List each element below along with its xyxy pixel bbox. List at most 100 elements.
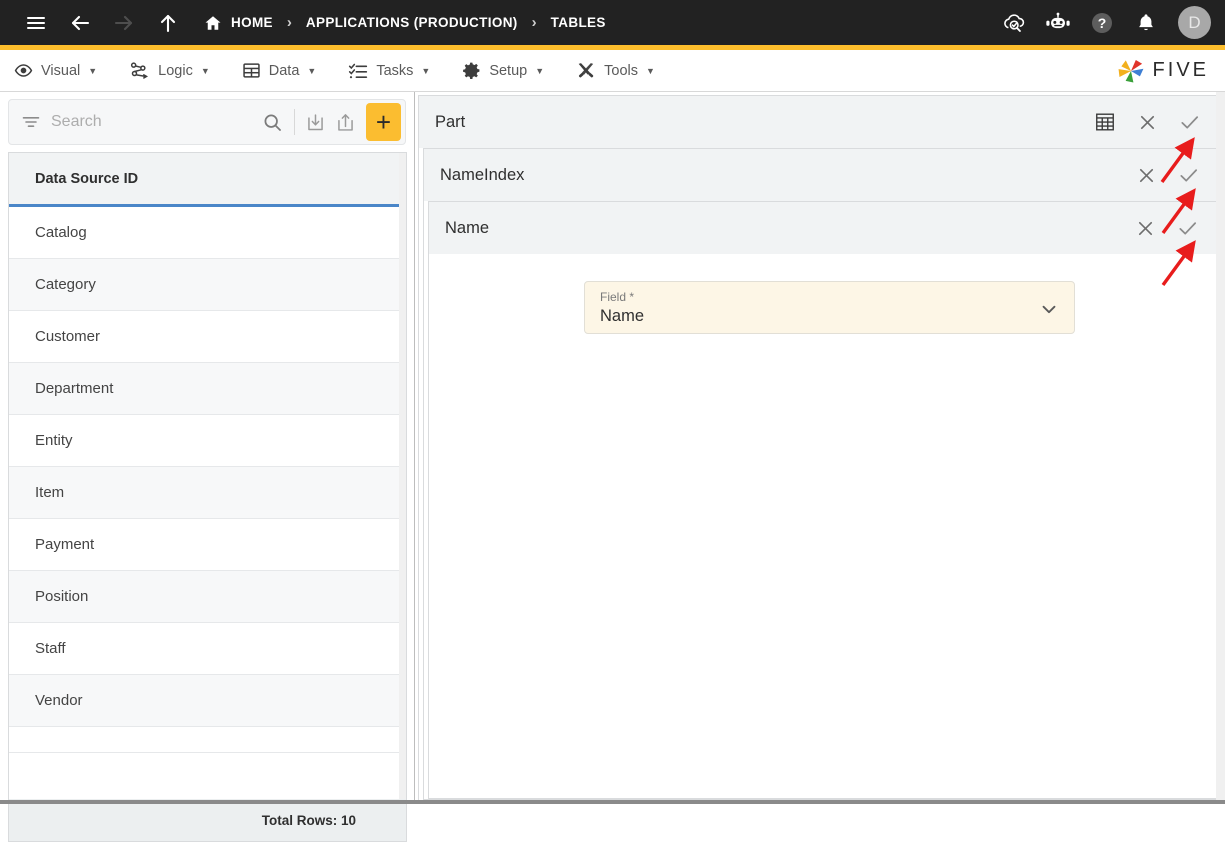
add-button[interactable]: + [366, 103, 401, 141]
chevron-down-icon: ▼ [535, 66, 544, 76]
breadcrumb-item-home[interactable]: HOME [204, 0, 273, 45]
panel-name-close-button[interactable] [1126, 208, 1164, 248]
table-row[interactable]: Payment [9, 519, 406, 571]
breadcrumb-separator: › [273, 0, 306, 45]
breadcrumb-item-tables[interactable]: TABLES [551, 0, 606, 45]
panel-part-body: NameIndex Name [419, 148, 1222, 800]
export-icon[interactable] [330, 100, 360, 144]
panel-part-header: Part [419, 96, 1222, 148]
data-source-sidebar: + Data Source ID Catalog Category Custom… [0, 92, 415, 804]
field-select-label: Field * [600, 290, 634, 304]
total-rows-label: Total Rows: 10 [9, 799, 406, 841]
menu-logic[interactable]: Logic ▼ [113, 50, 226, 92]
chevron-down-icon: ▼ [88, 66, 97, 76]
field-select-value: Name [600, 307, 644, 326]
table-row[interactable]: Vendor [9, 675, 406, 727]
chevron-down-icon: ▼ [201, 66, 210, 76]
panel-name: Name F [428, 201, 1221, 799]
menu-logic-label: Logic [158, 63, 193, 79]
chevron-down-icon[interactable] [1038, 298, 1060, 325]
field-select[interactable]: Field * Name [584, 281, 1075, 334]
home-icon [204, 14, 222, 32]
five-logo-mark [1117, 58, 1145, 84]
breadcrumb-label-tables: TABLES [551, 15, 606, 30]
panel-part-close-button[interactable] [1128, 102, 1166, 142]
topbar-actions: ? D [994, 0, 1225, 45]
hamburger-icon[interactable] [14, 0, 58, 45]
help-icon[interactable]: ? [1082, 0, 1122, 45]
filter-icon[interactable] [9, 112, 51, 132]
breadcrumb-item-applications[interactable]: APPLICATIONS (PRODUCTION) [306, 0, 518, 45]
data-source-grid: Data Source ID Catalog Category Customer… [8, 152, 407, 842]
menu-visual[interactable]: Visual ▼ [0, 50, 113, 92]
table-row[interactable]: Customer [9, 311, 406, 363]
panel-nameindex-title: NameIndex [440, 166, 524, 185]
menu-data[interactable]: Data ▼ [226, 50, 333, 92]
grid-rows: Catalog Category Customer Department Ent… [9, 207, 406, 753]
table-row[interactable]: Position [9, 571, 406, 623]
menu-tasks-label: Tasks [376, 63, 413, 79]
menu-tools-label: Tools [604, 63, 638, 79]
menu-data-label: Data [269, 63, 300, 79]
panel-nameindex-confirm-button[interactable] [1169, 155, 1207, 195]
panel-name-actions [1126, 208, 1220, 248]
menu-tools[interactable]: Tools ▼ [560, 50, 671, 92]
menu-tasks[interactable]: Tasks ▼ [332, 50, 446, 92]
avatar[interactable]: D [1178, 6, 1211, 39]
arrow-up-icon[interactable] [146, 0, 190, 45]
application-menu-bar: Visual ▼ Logic ▼ Data ▼ Tasks ▼ Setup ▼ [0, 50, 1225, 92]
robot-icon[interactable] [1038, 0, 1078, 45]
panel-name-header: Name [429, 202, 1220, 254]
grid-filler [9, 727, 406, 753]
breadcrumb-label-applications: APPLICATIONS (PRODUCTION) [306, 15, 518, 30]
panel-nameindex-actions [1127, 155, 1221, 195]
panel-part-actions [1086, 102, 1222, 142]
panel-part-confirm-button[interactable] [1170, 102, 1208, 142]
search-icon[interactable] [258, 100, 288, 144]
panel-part: Part NameIndex [418, 95, 1223, 801]
menu-setup[interactable]: Setup ▼ [446, 50, 560, 92]
arrow-right-icon[interactable] [102, 0, 146, 45]
panel-part-title: Part [435, 113, 465, 132]
breadcrumb-separator-2: › [518, 0, 551, 45]
form-editor-area: Part NameIndex [416, 92, 1225, 804]
table-row[interactable]: Category [9, 259, 406, 311]
panel-name-title: Name [445, 219, 489, 238]
eye-icon [14, 61, 33, 80]
page-scrollbar[interactable] [1216, 92, 1225, 804]
search-input[interactable] [51, 113, 258, 131]
import-icon[interactable] [301, 100, 331, 144]
five-logo-text: FIVE [1153, 59, 1209, 82]
chevron-down-icon: ▼ [421, 66, 430, 76]
table-row[interactable]: Staff [9, 623, 406, 675]
sidebar-search-bar: + [8, 99, 406, 145]
grid-column-header[interactable]: Data Source ID [9, 153, 406, 207]
table-row[interactable]: Entity [9, 415, 406, 467]
svg-text:?: ? [1098, 15, 1107, 31]
panel-name-confirm-button[interactable] [1168, 208, 1206, 248]
breadcrumb-label-home: HOME [231, 15, 273, 30]
toolbar-divider [294, 109, 295, 135]
checklist-icon [348, 61, 368, 81]
table-row[interactable]: Department [9, 363, 406, 415]
panel-nameindex: NameIndex Name [423, 148, 1222, 800]
cloud-check-icon[interactable] [994, 0, 1034, 45]
panel-nameindex-close-button[interactable] [1127, 155, 1165, 195]
gear-icon [462, 61, 481, 80]
panel-name-body: Field * Name [429, 254, 1220, 798]
tools-icon [576, 61, 596, 81]
panel-nameindex-header: NameIndex [424, 149, 1221, 201]
top-navigation-bar: HOME › APPLICATIONS (PRODUCTION) › TABLE… [0, 0, 1225, 45]
flow-nodes-icon [129, 61, 150, 81]
table-row[interactable]: Catalog [9, 207, 406, 259]
window-bottom-edge [0, 800, 1225, 804]
arrow-left-icon[interactable] [58, 0, 102, 45]
table-icon [242, 61, 261, 80]
table-row[interactable]: Item [9, 467, 406, 519]
chevron-down-icon: ▼ [646, 66, 655, 76]
bell-icon[interactable] [1126, 0, 1166, 45]
table-grid-icon[interactable] [1086, 102, 1124, 142]
menu-visual-label: Visual [41, 63, 80, 79]
grid-scrollbar[interactable] [399, 153, 406, 801]
panel-nameindex-body: Name F [424, 201, 1221, 799]
